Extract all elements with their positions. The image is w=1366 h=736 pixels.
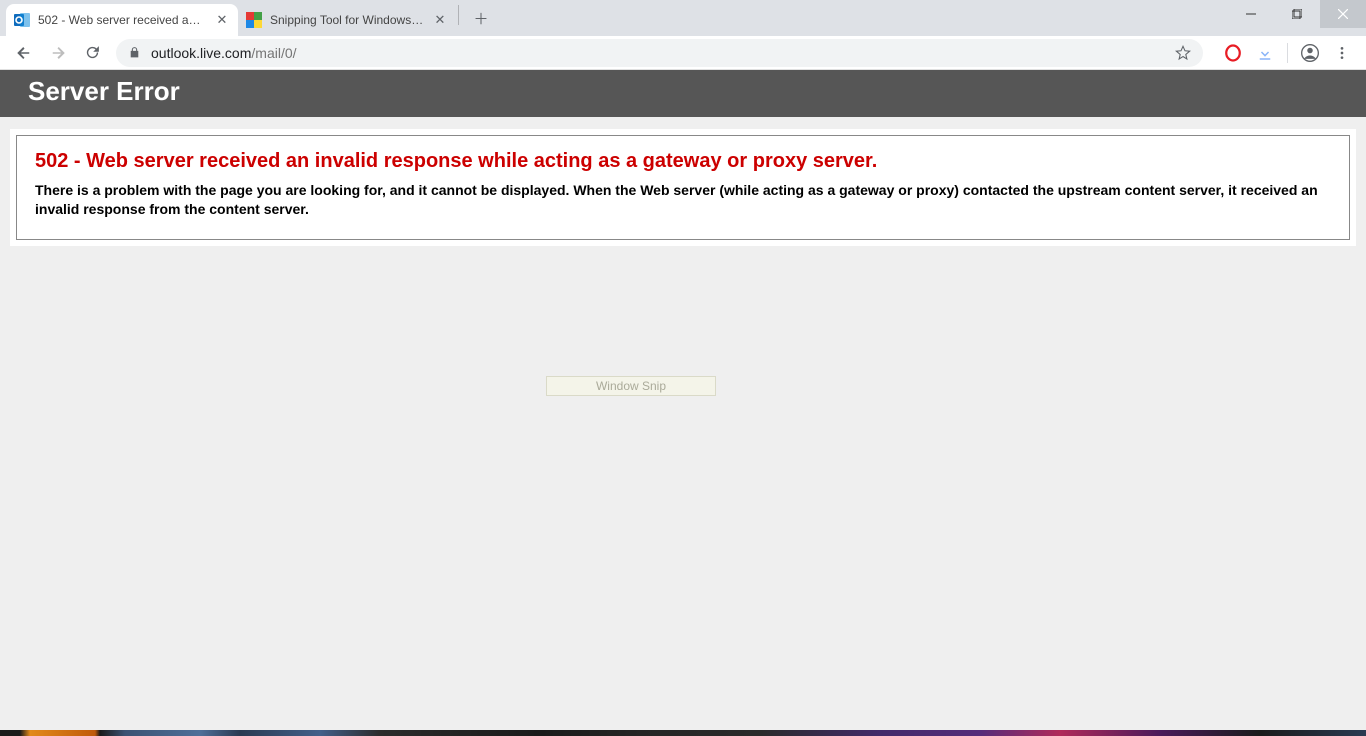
url-path: /mail/0/ (251, 45, 296, 61)
tab-strip: 502 - Web server received an inv ✕ Snipp… (0, 0, 1366, 36)
toolbar-actions (1219, 39, 1356, 67)
tab-title: Snipping Tool for Windows 10/8 (270, 13, 424, 27)
error-body: There is a problem with the page you are… (35, 181, 1331, 219)
snip-tooltip-text: Window Snip (596, 379, 666, 393)
page-header: Server Error (0, 70, 1366, 117)
extension-opera-icon[interactable] (1219, 39, 1247, 67)
outlook-icon (14, 12, 30, 28)
bookmark-star-icon[interactable] (1175, 45, 1191, 61)
download-icon[interactable] (1251, 39, 1279, 67)
page-viewport: Server Error 502 - Web server received a… (0, 70, 1366, 730)
reload-button[interactable] (78, 39, 106, 67)
tab-snipping-tool[interactable]: Snipping Tool for Windows 10/8 ✕ (238, 4, 456, 36)
error-box: 502 - Web server received an invalid res… (16, 135, 1350, 240)
window-controls (1228, 0, 1366, 28)
tab-close-button[interactable]: ✕ (214, 12, 230, 28)
browser-toolbar: outlook.live.com/mail/0/ (0, 36, 1366, 70)
menu-kebab-icon[interactable] (1328, 39, 1356, 67)
tab-title: 502 - Web server received an inv (38, 13, 206, 27)
taskbar-sliver (0, 730, 1366, 736)
window-maximize-button[interactable] (1274, 0, 1320, 28)
tab-close-button[interactable]: ✕ (432, 12, 448, 28)
address-bar[interactable]: outlook.live.com/mail/0/ (116, 39, 1203, 67)
window-minimize-button[interactable] (1228, 0, 1274, 28)
forward-button[interactable] (44, 39, 72, 67)
url-text: outlook.live.com/mail/0/ (151, 45, 1165, 61)
back-button[interactable] (10, 39, 38, 67)
snipping-favicon (246, 12, 262, 28)
page-header-text: Server Error (28, 76, 180, 106)
lock-icon (128, 46, 141, 59)
content-wrap: 502 - Web server received an invalid res… (0, 117, 1366, 258)
tab-outlook-error[interactable]: 502 - Web server received an inv ✕ (6, 4, 238, 36)
new-tab-button[interactable]: ＋ (467, 4, 495, 32)
snip-tooltip: Window Snip (546, 376, 716, 396)
tab-separator (458, 5, 459, 25)
toolbar-divider (1287, 43, 1288, 63)
url-host: outlook.live.com (151, 45, 251, 61)
window-close-button[interactable] (1320, 0, 1366, 28)
error-heading: 502 - Web server received an invalid res… (35, 150, 1331, 173)
profile-avatar-icon[interactable] (1296, 39, 1324, 67)
